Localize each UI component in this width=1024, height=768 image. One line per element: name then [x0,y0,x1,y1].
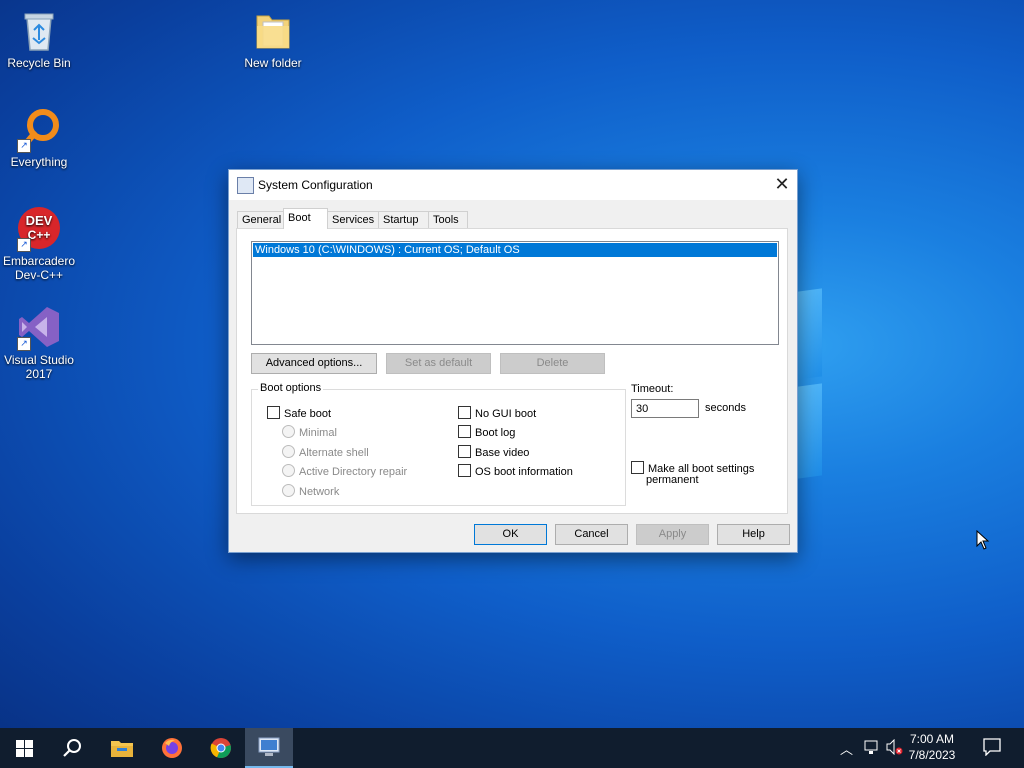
firefox-icon [162,738,182,758]
dialog-titlebar[interactable]: System Configuration ✕ [229,170,797,200]
radio-circle [282,445,295,458]
taskbar-file-explorer[interactable] [98,728,146,768]
desktop-icon-recycle-bin[interactable]: Recycle Bin [0,8,78,70]
desktop-icon-devcpp[interactable]: DEV C++ ↗ Embarcadero Dev-C++ [0,206,78,282]
radio-circle [282,464,295,477]
desktop-icon-label: Recycle Bin [7,56,71,70]
tab-boot[interactable]: Boot [283,208,328,229]
os-boot-info-label: OS boot information [475,466,573,478]
network-label: Network [299,486,340,498]
minimal-label: Minimal [299,427,337,439]
radio-circle [282,425,295,438]
base-video-checkbox[interactable]: Base video [458,445,529,459]
apply-button[interactable]: Apply [636,524,709,545]
checkbox-box [267,406,280,419]
advanced-options-button[interactable]: Advanced options... [251,353,377,374]
tab-startup[interactable]: Startup [378,211,429,228]
checkbox-box [458,464,471,477]
shortcut-arrow-icon: ↗ [17,139,31,153]
boot-log-label: Boot log [475,427,516,439]
chrome-icon [210,738,231,759]
taskbar-clock[interactable]: 7:00 AM 7/8/2023 [902,731,962,763]
network-icon [864,740,878,754]
msconfig-icon [258,737,280,756]
os-boot-info-checkbox[interactable]: OS boot information [458,464,573,478]
desktop-icon-visual-studio[interactable]: ↗ Visual Studio 2017 [0,305,78,381]
search-icon [63,739,81,757]
tab-tools[interactable]: Tools [428,211,468,228]
tab-services[interactable]: Services [327,211,379,228]
search-button[interactable] [48,728,96,768]
network-radio[interactable]: Network [282,484,339,498]
help-button[interactable]: Help [717,524,790,545]
os-list-item[interactable]: Windows 10 (C:\WINDOWS) : Current OS; De… [253,243,777,257]
alternate-shell-label: Alternate shell [299,447,369,459]
base-video-label: Base video [475,447,530,459]
close-icon: ✕ [774,174,790,194]
notification-icon [983,738,1001,757]
alternate-shell-radio[interactable]: Alternate shell [282,445,369,459]
boot-log-checkbox[interactable]: Boot log [458,425,515,439]
clock-date: 7/8/2023 [908,748,956,762]
safe-boot-label: Safe boot [284,408,332,420]
folder-icon [251,8,295,52]
desktop-icon-label: Visual Studio 2017 [4,353,74,381]
everything-search-icon: ↗ [17,107,61,153]
safe-boot-checkbox[interactable]: Safe boot [267,406,331,420]
svg-text:DEV: DEV [26,213,53,228]
visual-studio-icon: ↗ [17,305,61,351]
desktop-icon-label: New folder [244,56,302,70]
checkbox-box [631,461,644,474]
action-center-button[interactable] [983,738,1001,759]
timeout-input[interactable]: 30 [631,399,699,418]
no-gui-boot-label: No GUI boot [475,408,537,420]
timeout-label: Timeout: [631,383,674,395]
boot-tab-panel: Windows 10 (C:\WINDOWS) : Current OS; De… [236,228,788,514]
os-list[interactable]: Windows 10 (C:\WINDOWS) : Current OS; De… [251,241,779,345]
taskbar-system-configuration[interactable] [245,728,293,768]
taskbar-firefox[interactable] [148,728,196,768]
ad-repair-radio[interactable]: Active Directory repair [282,464,407,478]
make-permanent-label-line2: permanent [646,474,699,486]
msconfig-icon [237,177,254,194]
show-hidden-icons-button[interactable]: ︿ [840,739,853,758]
taskbar-chrome[interactable] [197,728,245,768]
chevron-up-icon: ︿ [840,742,854,757]
checkbox-box [458,406,471,419]
desktop-icon-label: Everything [10,155,68,169]
devcpp-icon: DEV C++ ↗ [17,206,61,252]
network-tray-button[interactable] [863,739,879,758]
boot-options-label: Boot options [258,382,324,394]
seconds-label: seconds [705,402,746,414]
shortcut-arrow-icon: ↗ [17,238,31,252]
minimal-radio[interactable]: Minimal [282,425,337,439]
desktop-icon-new-folder[interactable]: New folder [234,8,312,70]
shortcut-arrow-icon: ↗ [17,337,31,351]
tab-general[interactable]: General [237,211,284,228]
windows-start-icon [16,740,33,757]
recycle-bin-icon [17,8,61,52]
checkbox-box [458,445,471,458]
svg-text:C++: C++ [28,228,51,242]
taskbar: ︿ 7:00 AM 7/8/2023 [0,728,1024,768]
cancel-button[interactable]: Cancel [555,524,628,545]
ad-repair-label: Active Directory repair [299,466,408,478]
set-as-default-button[interactable]: Set as default [386,353,491,374]
checkbox-box [458,425,471,438]
system-configuration-dialog: System Configuration ✕ General Boot Serv… [228,169,798,553]
close-button[interactable]: ✕ [767,170,797,200]
desktop-icon-label: Embarcadero Dev-C++ [2,254,76,282]
start-button[interactable] [0,728,48,768]
radio-circle [282,484,295,497]
no-gui-boot-checkbox[interactable]: No GUI boot [458,406,536,420]
file-explorer-icon [111,741,133,757]
boot-options-group: Boot options Safe boot Minimal Alternate… [251,382,626,506]
ok-button[interactable]: OK [474,524,547,545]
delete-button[interactable]: Delete [500,353,605,374]
dialog-title: System Configuration [258,178,373,192]
clock-time: 7:00 AM [909,732,955,746]
make-permanent-checkbox[interactable]: Make all boot settings [631,461,754,475]
desktop-icon-everything[interactable]: ↗ Everything [0,107,78,169]
